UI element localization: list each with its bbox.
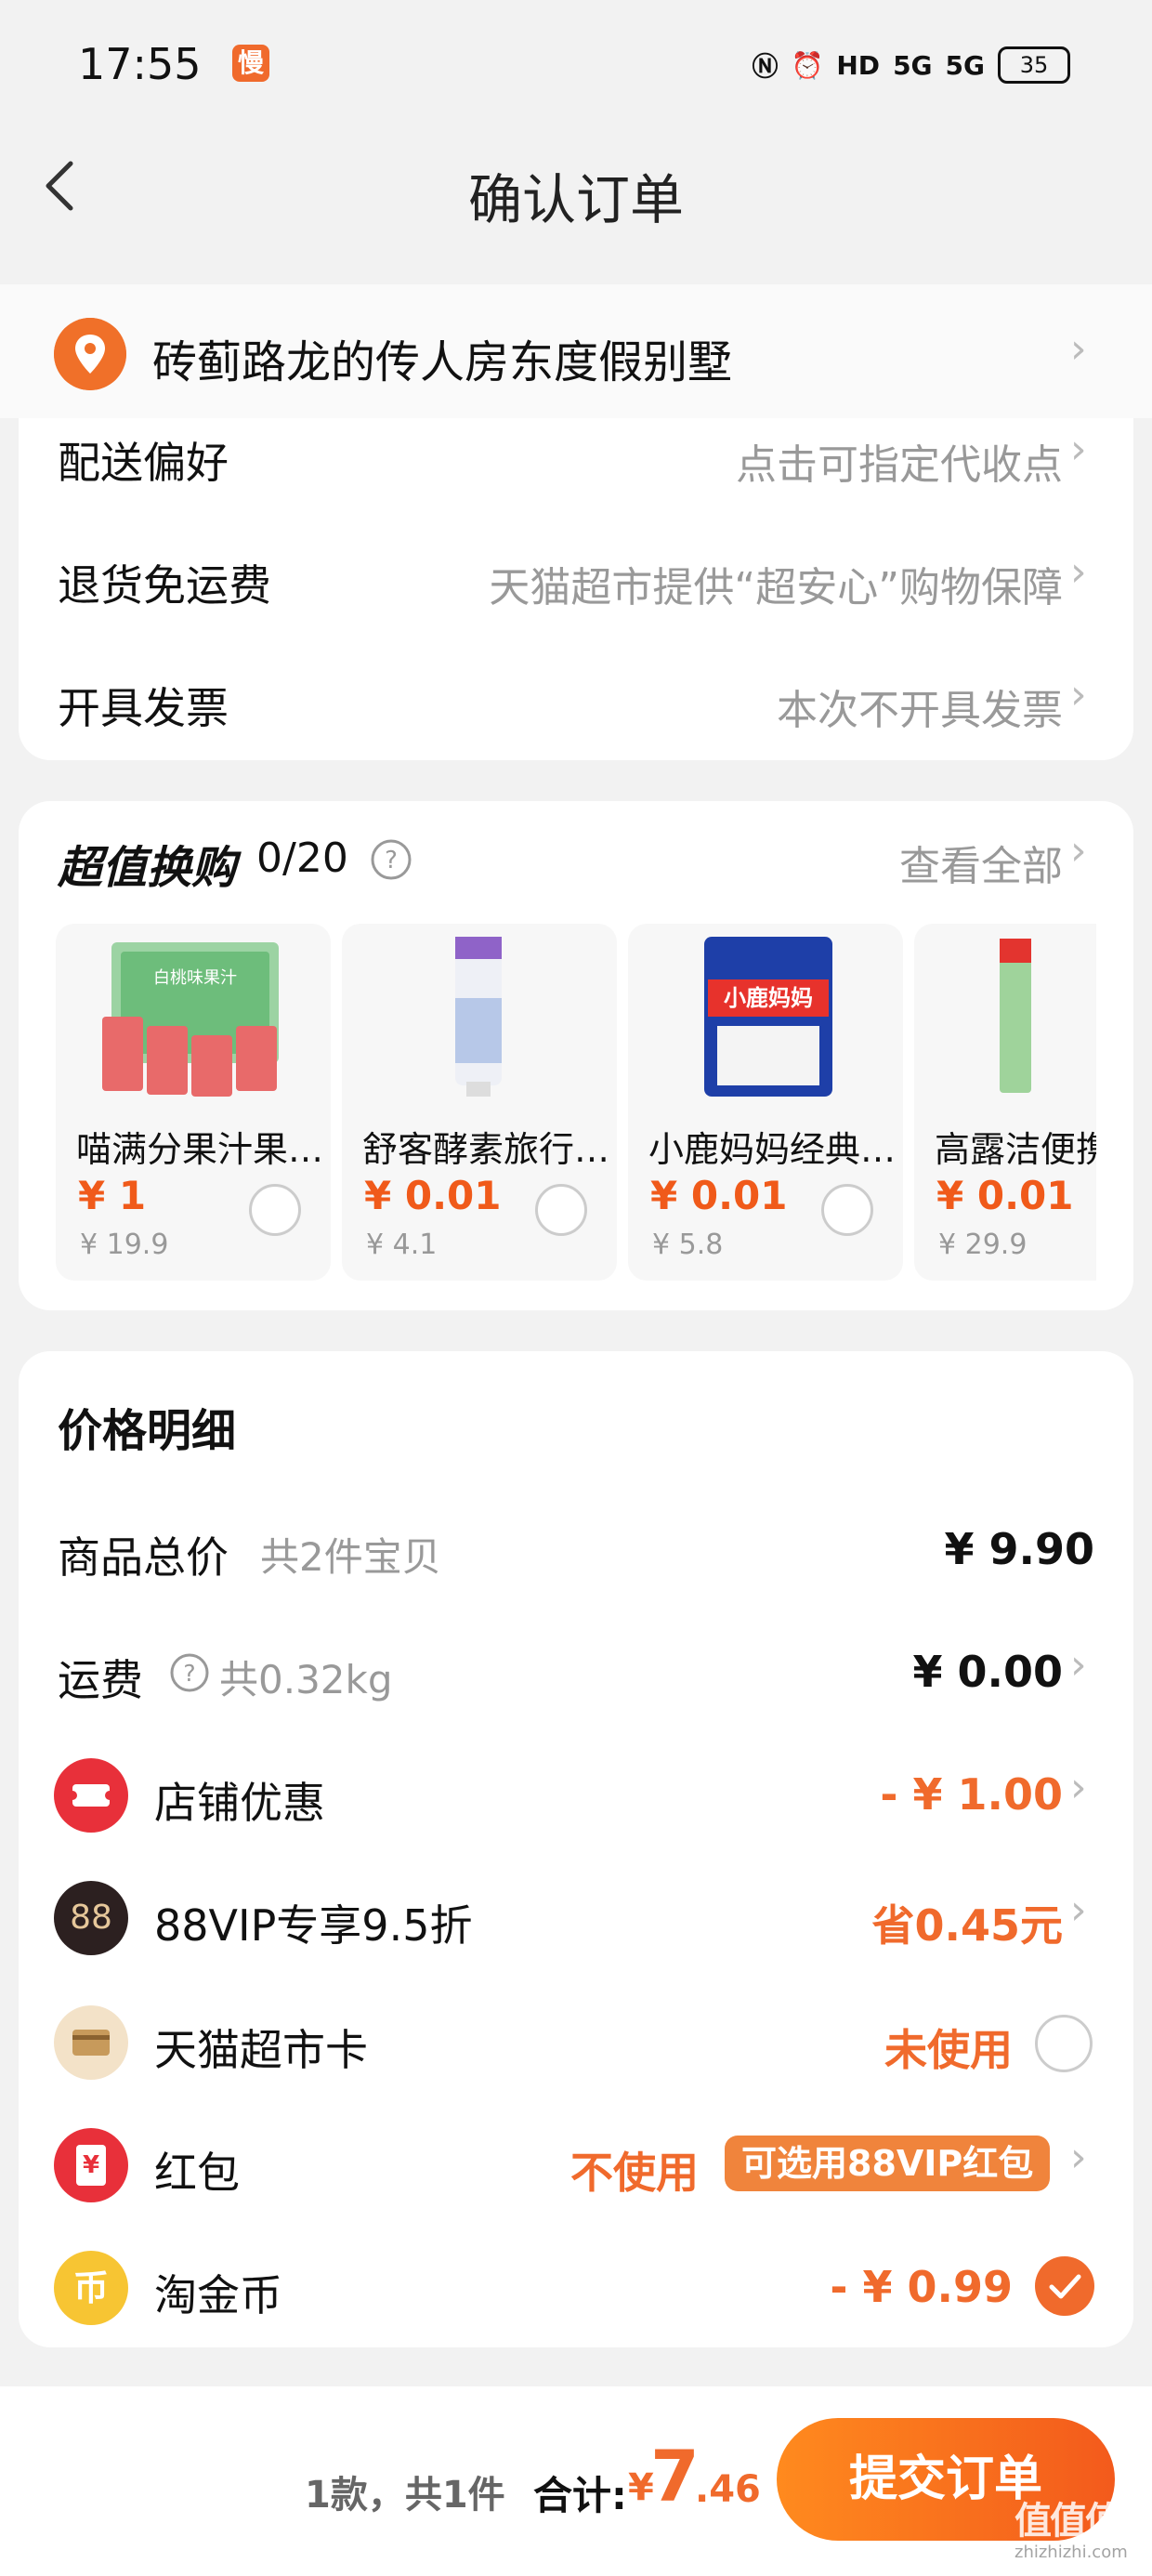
- exchange-item[interactable]: 高露洁便携 ¥ 0.01 ¥ 29.9: [914, 924, 1096, 1281]
- chevron-right-icon: ›: [1070, 1641, 1087, 1689]
- item-select-radio[interactable]: [249, 1184, 301, 1236]
- tmall-card-value: 未使用: [884, 2025, 1013, 2075]
- goods-total-value: ¥ 9.90: [944, 1524, 1094, 1574]
- status-icons: Ⓝ ⏰ HD 5G 5G 35: [752, 46, 1070, 84]
- watermark-url: zhizhizhi.com: [1015, 2543, 1128, 2562]
- taojinbi-coin-icon: 币: [54, 2251, 128, 2325]
- status-time: 17:55: [78, 39, 202, 89]
- chevron-right-icon: ›: [1070, 2134, 1087, 2181]
- battery-icon: 35: [998, 46, 1070, 84]
- chevron-right-icon: ›: [1070, 325, 1087, 373]
- shop-discount-label: 店铺优惠: [154, 1778, 325, 1828]
- item-original-price: ¥ 29.9: [938, 1229, 1028, 1261]
- location-pin-icon: [54, 318, 126, 390]
- vip-discount-value[interactable]: 省0.45元: [872, 1892, 1064, 1953]
- exchange-count: 0/20: [256, 835, 348, 882]
- item-name: 小鹿妈妈经典…: [648, 1129, 897, 1170]
- red-packet-value[interactable]: 不使用: [570, 2139, 699, 2201]
- tmall-card-radio[interactable]: [1035, 2015, 1093, 2072]
- red-packet-icon: ¥: [54, 2128, 128, 2202]
- item-original-price: ¥ 5.8: [652, 1229, 724, 1261]
- card-icon: [54, 2005, 128, 2080]
- footer-summary: 1款，共1件: [305, 2474, 505, 2517]
- item-name: 喵满分果汁果…: [76, 1129, 324, 1170]
- product-label-text: 小鹿妈妈: [724, 985, 813, 1011]
- item-original-price: ¥ 19.9: [80, 1229, 169, 1261]
- coin-checked-icon[interactable]: [1035, 2256, 1094, 2316]
- shop-discount-value[interactable]: - ¥ 1.00: [880, 1769, 1063, 1820]
- invoice-value[interactable]: 本次不开具发票: [777, 677, 1063, 736]
- footer-total-label: 合计:: [533, 2473, 627, 2518]
- goods-total-label: 商品总价: [58, 1532, 229, 1583]
- invoice-label: 开具发票: [58, 683, 229, 733]
- delivery-pref-value[interactable]: 点击可指定代收点: [736, 431, 1063, 491]
- chevron-right-icon: ›: [1070, 1886, 1087, 1934]
- product-image-juice: 白桃味果汁: [102, 942, 279, 1097]
- coupon-icon: [54, 1758, 128, 1833]
- item-price: ¥ 0.01: [364, 1173, 502, 1218]
- item-select-radio[interactable]: [535, 1184, 587, 1236]
- product-image-colgate: [1000, 939, 1031, 1093]
- item-price: ¥ 1: [78, 1173, 147, 1218]
- signal-icon: 5G: [893, 49, 933, 81]
- vip-88-icon: 88: [54, 1881, 128, 1955]
- shipping-weight: 共0.32kg: [219, 1657, 393, 1702]
- vip-red-packet-tag[interactable]: 可选用88VIP红包: [725, 2136, 1051, 2191]
- product-label-text: 白桃味果汁: [153, 968, 237, 988]
- hd-icon: HD: [836, 49, 881, 81]
- goods-count: 共2件宝贝: [260, 1534, 441, 1580]
- help-icon[interactable]: ?: [169, 1652, 210, 1693]
- return-shipping-label: 退货免运费: [58, 560, 271, 611]
- price-detail-title: 价格明细: [58, 1405, 237, 1457]
- signal-icon-2: 5G: [945, 49, 985, 81]
- item-price: ¥ 0.01: [936, 1173, 1074, 1218]
- exchange-title: 超值换购: [58, 842, 237, 894]
- coin-value: - ¥ 0.99: [830, 2262, 1013, 2312]
- delivery-pref-label: 配送偏好: [58, 438, 229, 488]
- watermark-logo: 值值值: [1015, 2500, 1122, 2543]
- item-name: 高露洁便携: [935, 1129, 1096, 1170]
- page-title: 确认订单: [467, 168, 684, 231]
- footer-total-decimal: .46: [695, 2468, 761, 2511]
- chevron-right-icon: ›: [1070, 671, 1087, 718]
- item-price: ¥ 0.01: [650, 1173, 788, 1218]
- coin-label: 淘金币: [154, 2270, 282, 2320]
- red-packet-label: 红包: [154, 2148, 240, 2198]
- chevron-right-icon: ›: [1070, 1764, 1087, 1811]
- chevron-right-icon: ›: [1070, 827, 1087, 874]
- return-shipping-value[interactable]: 天猫超市提供“超安心”购物保障: [489, 554, 1063, 613]
- alarm-icon: ⏰: [791, 49, 824, 81]
- item-select-radio[interactable]: [821, 1184, 873, 1236]
- shipping-value: ¥ 0.00: [912, 1647, 1063, 1697]
- vip-discount-label: 88VIP专享9.5折: [154, 1900, 473, 1951]
- footer-total-int: 7: [650, 2435, 700, 2517]
- product-image-toothpaste: [455, 937, 502, 1097]
- product-image-flosser: 小鹿妈妈: [704, 937, 832, 1097]
- tmall-card-label: 天猫超市卡: [154, 2025, 368, 2075]
- chevron-right-icon: ›: [1070, 548, 1087, 596]
- app-notification-icon: 慢: [232, 45, 269, 82]
- svg-text:?: ?: [183, 1660, 195, 1687]
- chevron-right-icon: ›: [1070, 426, 1087, 473]
- shipping-label: 运费: [58, 1655, 143, 1705]
- help-icon[interactable]: ?: [370, 838, 412, 881]
- view-all-link[interactable]: 查看全部: [899, 833, 1063, 892]
- address-text: 砖蓟路龙的传人房东度假别墅: [152, 336, 733, 388]
- item-original-price: ¥ 4.1: [366, 1229, 438, 1261]
- item-name: 舒客酵素旅行…: [362, 1129, 610, 1170]
- nfc-icon: Ⓝ: [752, 51, 779, 82]
- svg-text:?: ?: [385, 847, 398, 874]
